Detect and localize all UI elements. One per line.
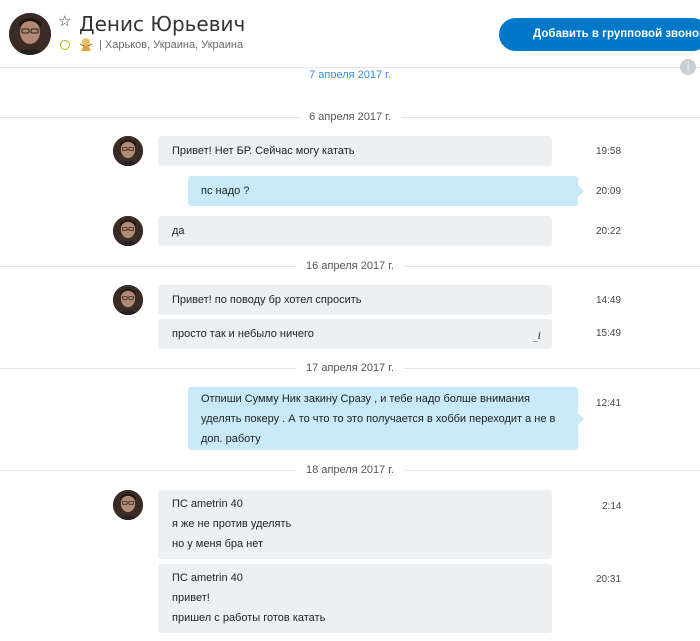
message-text: Привет! Нет БР. Сейчас могу катать — [172, 145, 355, 157]
date-label: 18 апреля 2017 г. — [296, 463, 404, 477]
date-label: 16 апреля 2017 г. — [296, 259, 404, 273]
conversation-header: ☆ Денис Юрьевич | Харьков, Украина, Укра… — [0, 0, 700, 68]
contact-name: Денис Юрьевич — [79, 12, 246, 36]
sender-avatar[interactable] — [113, 136, 143, 166]
edited-mark-icon: _i — [532, 331, 541, 342]
message-text: ПС ametrin 40 — [172, 572, 243, 584]
sender-avatar[interactable] — [113, 216, 143, 246]
date-separator: 17 апреля 2017 г. — [0, 361, 700, 375]
message-text: уделять покеру . А то что то это получае… — [201, 413, 556, 425]
message-text: просто так и небыло ничего — [172, 328, 314, 340]
sender-avatar[interactable] — [113, 490, 143, 520]
incoming-message[interactable]: Привет! Нет БР. Сейчас могу катать — [158, 136, 552, 166]
message-text: но у меня бра нет — [172, 538, 264, 550]
message-text: пришел с работы готов катать — [172, 612, 326, 624]
message-text: я же не против уделять — [172, 518, 292, 530]
mood-emoticon-icon — [79, 38, 93, 51]
message-time: 20:31 — [596, 574, 622, 585]
incoming-message[interactable]: просто так и небыло ничего _i — [158, 319, 552, 349]
message-text: Привет! по поводу бр хотел спросить — [172, 294, 362, 306]
outgoing-message[interactable]: Отпиши Сумму Ник закину Сразу , и тебе н… — [188, 387, 584, 450]
date-label: 6 апреля 2017 г. — [299, 110, 401, 124]
message-time: 2:14 — [602, 501, 622, 512]
incoming-message[interactable]: ПС ametrin 40 привет! пришел с работы го… — [158, 564, 552, 633]
outgoing-message[interactable]: пс надо ? — [188, 176, 584, 206]
message-time: 14:49 — [596, 295, 622, 306]
message-text: да — [172, 225, 185, 237]
message-time: 20:09 — [596, 186, 622, 197]
add-to-group-call-button[interactable]: Добавить в групповой звонок — [499, 18, 700, 51]
message-time: 19:58 — [596, 146, 622, 157]
message-text: Отпиши Сумму Ник закину Сразу , и тебе н… — [201, 393, 530, 405]
date-label: 17 апреля 2017 г. — [296, 361, 404, 375]
message-text: привет! — [172, 592, 210, 604]
incoming-message[interactable]: да — [158, 216, 552, 246]
message-time: 12:41 — [596, 398, 622, 409]
contact-location: | Харьков, Украина, Украина — [99, 39, 244, 51]
previous-date-hint: 7 апреля 2017 г. — [309, 70, 391, 78]
date-separator: 18 апреля 2017 г. — [0, 463, 700, 477]
message-time: 15:49 — [596, 328, 622, 339]
message-time: 20:22 — [596, 226, 622, 237]
date-separator: 6 апреля 2017 г. — [0, 110, 700, 124]
presence-status-icon — [60, 40, 70, 50]
incoming-message[interactable]: Привет! по поводу бр хотел спросить — [158, 285, 552, 315]
date-separator: 16 апреля 2017 г. — [0, 259, 700, 273]
info-icon[interactable]: i — [680, 59, 696, 75]
message-text: доп. работу — [201, 433, 261, 445]
sender-avatar[interactable] — [113, 285, 143, 315]
message-text: ПС ametrin 40 — [172, 498, 243, 510]
favorite-star-icon[interactable]: ☆ — [58, 14, 71, 29]
message-text: пс надо ? — [201, 185, 250, 197]
contact-avatar[interactable] — [9, 13, 51, 55]
incoming-message[interactable]: ПС ametrin 40 я же не против уделять но … — [158, 490, 552, 559]
